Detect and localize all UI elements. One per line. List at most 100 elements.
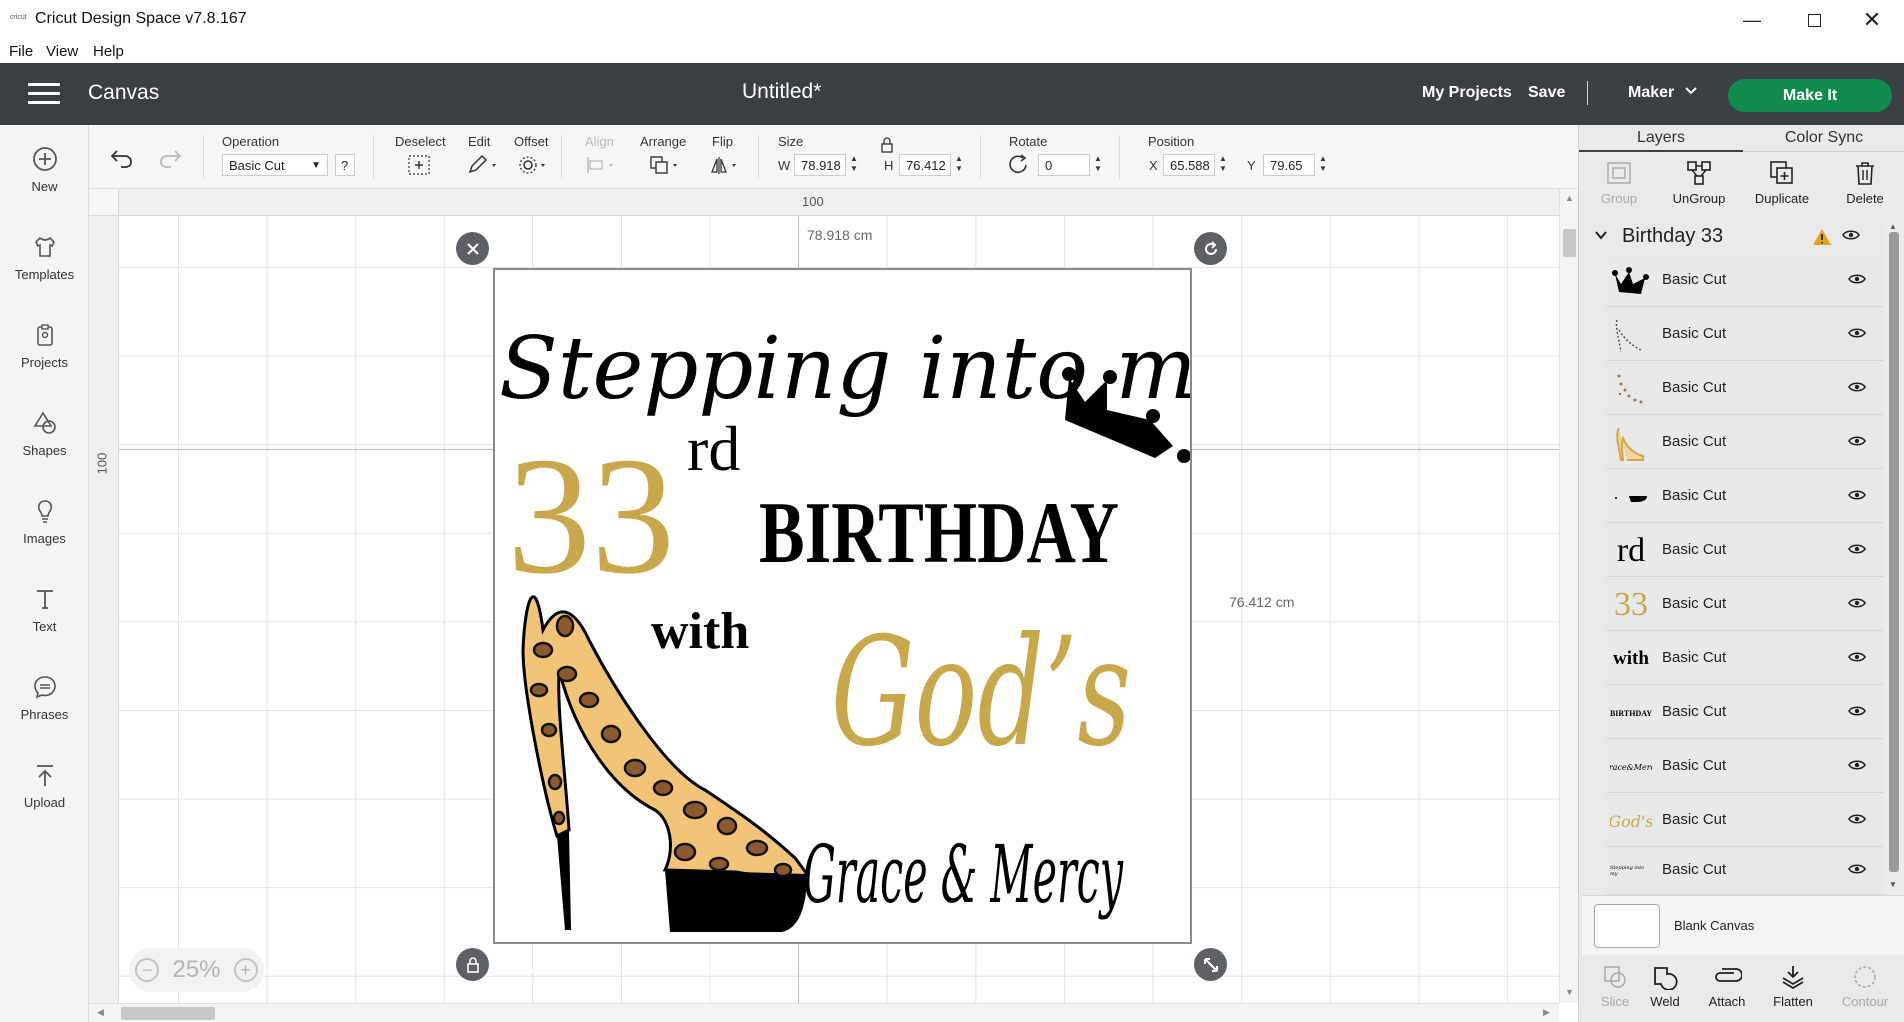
zoom-in-icon[interactable]: + [233, 958, 258, 982]
tab-color-sync[interactable]: Color Sync [1743, 125, 1904, 152]
y-stepper[interactable]: ▲ ▼ [1318, 154, 1328, 176]
sidebar-item-templates[interactable]: Templates [0, 219, 89, 299]
layer-row[interactable]: BIRTHDAY Basic Cut [1606, 686, 1884, 739]
canvas-vertical-scrollbar[interactable]: ▲ ▼ [1559, 189, 1578, 1003]
maximize-icon[interactable] [1786, 4, 1842, 36]
offset-icon[interactable] [517, 154, 551, 181]
layers-scrollbar[interactable]: ▲ ▼ [1884, 220, 1904, 895]
flip-icon[interactable] [709, 154, 743, 181]
pencil-icon[interactable] [466, 154, 500, 181]
layer-group-birthday-33[interactable]: Birthday 33 [1582, 220, 1884, 254]
close-icon[interactable]: ✕ [1844, 4, 1900, 36]
x-input[interactable]: 65.588 [1163, 154, 1215, 176]
menu-file[interactable]: File [9, 43, 33, 60]
weld-button[interactable]: Weld [1632, 962, 1698, 1009]
layer-row[interactable]: Basic Cut [1606, 308, 1884, 361]
sidebar-item-projects[interactable]: Projects [0, 307, 89, 387]
scroll-down-icon[interactable]: ▼ [1565, 987, 1574, 997]
sidebar-item-phrases[interactable]: Phrases [0, 659, 89, 739]
sidebar-item-new[interactable]: New [0, 131, 89, 211]
x-stepper[interactable]: ▲ ▼ [1218, 154, 1228, 176]
deselect-icon[interactable] [407, 154, 431, 181]
width-stepper[interactable]: ▲ ▼ [849, 154, 859, 176]
canvas-swatch[interactable] [1594, 904, 1660, 948]
eye-icon[interactable] [1848, 488, 1866, 506]
scrollbar-thumb[interactable] [1563, 229, 1576, 257]
eye-icon[interactable] [1848, 596, 1866, 614]
menu-view[interactable]: View [46, 43, 78, 60]
chevron-down-icon[interactable] [1683, 82, 1699, 103]
eye-icon[interactable] [1848, 758, 1866, 776]
scroll-up-icon[interactable]: ▲ [1889, 222, 1897, 231]
machine-select[interactable]: Maker [1628, 84, 1674, 102]
sidebar-item-shapes[interactable]: Shapes [0, 395, 89, 475]
ungroup-button[interactable]: UnGroup [1659, 159, 1739, 206]
operation-help-button[interactable]: ? [335, 154, 355, 176]
menu-help[interactable]: Help [93, 43, 124, 60]
lock-proportions-handle[interactable] [456, 948, 489, 981]
scrollbar-thumb[interactable] [121, 1007, 215, 1020]
eye-icon[interactable] [1842, 228, 1860, 246]
attach-button[interactable]: Attach [1694, 962, 1760, 1009]
save-link[interactable]: Save [1528, 84, 1565, 102]
scroll-left-icon[interactable]: ◀ [97, 1007, 104, 1018]
eye-icon[interactable] [1848, 272, 1866, 290]
arrange-icon[interactable] [648, 154, 682, 181]
redo-icon[interactable] [157, 145, 183, 174]
scroll-up-icon[interactable]: ▲ [1565, 193, 1574, 203]
rotate-icon[interactable] [1007, 154, 1031, 181]
undo-icon[interactable] [109, 145, 135, 174]
rotate-handle[interactable] [1194, 232, 1227, 265]
layer-row[interactable]: God's Basic Cut [1606, 794, 1884, 847]
selected-design[interactable]: Stepping into my 33 rd BIRTHDAY with God… [493, 268, 1192, 944]
layer-row[interactable]: with Basic Cut [1606, 632, 1884, 685]
make-it-button[interactable]: Make It [1728, 79, 1892, 112]
scroll-right-icon[interactable]: ▶ [1543, 1007, 1550, 1018]
flatten-button[interactable]: Flatten [1760, 962, 1826, 1009]
scrollbar-thumb[interactable] [1889, 232, 1899, 872]
contour-button[interactable]: Contour [1832, 962, 1898, 1009]
eye-icon[interactable] [1848, 862, 1866, 880]
document-title: Untitled* [742, 80, 822, 103]
rotate-stepper[interactable]: ▲ ▼ [1093, 154, 1103, 176]
layer-row[interactable]: 33 Basic Cut [1606, 578, 1884, 631]
canvas-horizontal-scrollbar[interactable]: ◀ ▶ [89, 1003, 1559, 1022]
eye-icon[interactable] [1848, 542, 1866, 560]
width-input[interactable]: 78.918 [794, 154, 846, 176]
delete-button[interactable]: Delete [1825, 159, 1904, 206]
tab-layers[interactable]: Layers [1579, 125, 1743, 152]
layer-row[interactable]: rd Basic Cut [1606, 524, 1884, 577]
operation-select[interactable]: Basic Cut ▼ [222, 154, 328, 176]
duplicate-button[interactable]: Duplicate [1742, 159, 1822, 206]
eye-icon[interactable] [1848, 650, 1866, 668]
group-button[interactable]: Group [1579, 159, 1659, 206]
height-input[interactable]: 76.412 [899, 154, 951, 176]
scroll-down-icon[interactable]: ▼ [1889, 880, 1897, 889]
eye-icon[interactable] [1848, 326, 1866, 344]
delete-handle[interactable] [456, 232, 489, 265]
chevron-down-icon[interactable] [1594, 228, 1608, 247]
resize-handle[interactable] [1194, 948, 1227, 981]
eye-icon[interactable] [1848, 704, 1866, 722]
zoom-out-icon[interactable]: − [135, 958, 160, 982]
layer-row[interactable]: Basic Cut [1606, 416, 1884, 469]
eye-icon[interactable] [1848, 812, 1866, 830]
blank-canvas-row[interactable]: Blank Canvas [1582, 895, 1904, 955]
hamburger-menu-icon[interactable] [28, 83, 60, 105]
eye-icon[interactable] [1848, 434, 1866, 452]
layer-row[interactable]: Basic Cut [1606, 470, 1884, 523]
layer-row[interactable]: Grace&Mercy Basic Cut [1606, 740, 1884, 793]
layer-row[interactable]: Basic Cut [1606, 254, 1884, 307]
height-stepper[interactable]: ▲ ▼ [954, 154, 964, 176]
layer-row[interactable]: Basic Cut [1606, 362, 1884, 415]
rotate-input[interactable]: 0 [1038, 154, 1090, 176]
sidebar-item-text[interactable]: Text [0, 571, 89, 651]
my-projects-link[interactable]: My Projects [1422, 84, 1512, 102]
sidebar-item-images[interactable]: Images [0, 483, 89, 563]
layer-row[interactable]: Stepping into my Basic Cut [1606, 848, 1884, 895]
sidebar-item-upload[interactable]: Upload [0, 747, 89, 827]
eye-icon[interactable] [1848, 380, 1866, 398]
title-bar: cricut Cricut Design Space v7.8.167 — ✕ [0, 0, 1904, 40]
y-input[interactable]: 79.65 [1263, 154, 1315, 176]
minimize-icon[interactable]: — [1724, 4, 1780, 36]
